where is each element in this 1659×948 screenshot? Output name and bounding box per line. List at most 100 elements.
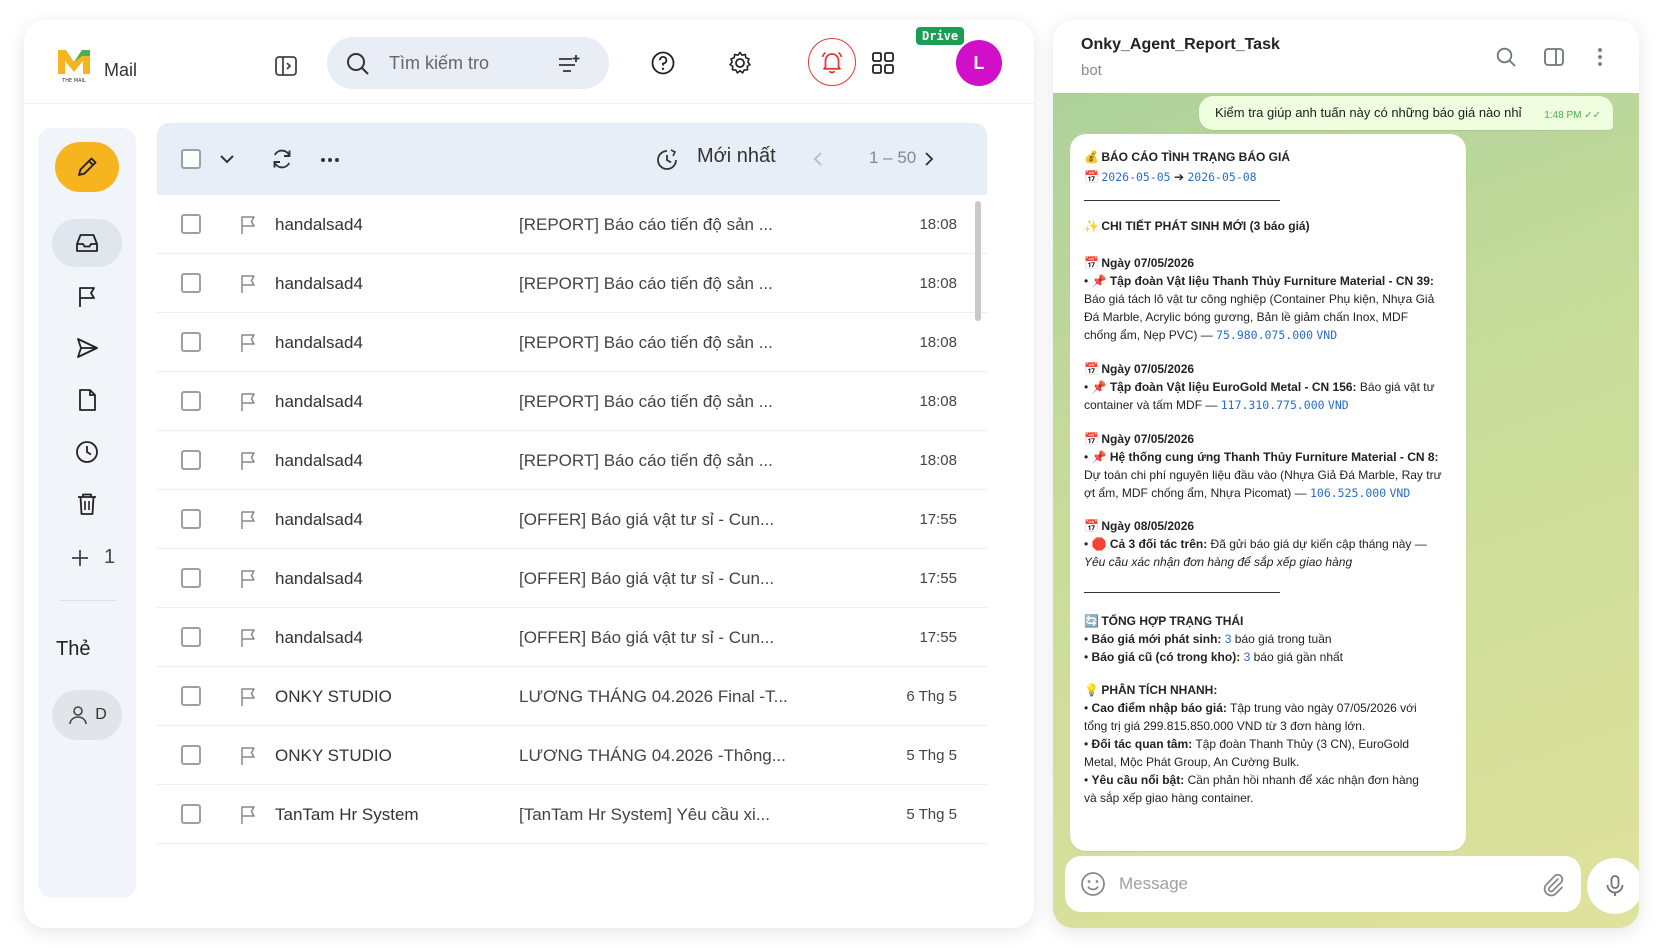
email-sender: handalsad4 bbox=[275, 510, 363, 529]
flag-icon[interactable] bbox=[237, 686, 259, 708]
sidebar-toggle-icon[interactable] bbox=[1541, 44, 1567, 70]
report-message[interactable]: 💰 BÁO CÁO TÌNH TRẠNG BÁO GIÁ 📅 2026-05-0… bbox=[1070, 134, 1466, 851]
attach-paperclip-icon[interactable] bbox=[1539, 870, 1567, 898]
send-icon bbox=[77, 338, 98, 358]
search-icon[interactable] bbox=[345, 51, 371, 77]
drive-badge[interactable]: Drive bbox=[916, 27, 965, 45]
email-time: 18:08 bbox=[919, 334, 957, 351]
drafts-nav[interactable] bbox=[52, 376, 122, 424]
analysis-line: • Cao điểm nhập báo giá: Tập trung vào n… bbox=[1084, 701, 1417, 715]
entry-line: ợt ẩm, MDF chống ẩm, Nhựa Picomat) — 106… bbox=[1084, 486, 1411, 500]
pin-icon: 📌 bbox=[1091, 274, 1107, 288]
email-row[interactable]: handalsad4 [REPORT] Báo cáo tiến độ sản .… bbox=[157, 195, 987, 254]
clock-icon bbox=[76, 441, 98, 463]
chevron-down-icon[interactable] bbox=[215, 147, 239, 171]
inbox-nav[interactable] bbox=[52, 219, 122, 267]
row-checkbox[interactable] bbox=[181, 745, 201, 765]
email-sender: ONKY STUDIO bbox=[275, 746, 392, 765]
sent-nav[interactable] bbox=[52, 324, 122, 372]
chat-title[interactable]: Onky_Agent_Report_Task bbox=[1081, 36, 1280, 54]
search-icon[interactable] bbox=[1493, 44, 1519, 70]
email-time: 6 Thg 5 bbox=[906, 688, 957, 705]
sort-clock-icon[interactable] bbox=[653, 146, 681, 174]
flag-icon[interactable] bbox=[237, 627, 259, 649]
refresh-icon[interactable] bbox=[269, 146, 295, 172]
email-row[interactable]: handalsad4 [OFFER] Báo giá vật tư sỉ - Cu… bbox=[157, 608, 987, 667]
user-avatar[interactable]: L bbox=[956, 40, 1002, 86]
settings-gear-icon[interactable] bbox=[723, 46, 757, 80]
flag-icon[interactable] bbox=[237, 214, 259, 236]
next-page-icon[interactable] bbox=[919, 149, 939, 169]
email-row[interactable]: handalsad4 [REPORT] Báo cáo tiến độ sản .… bbox=[157, 372, 987, 431]
flag-icon[interactable] bbox=[237, 509, 259, 531]
email-time: 17:55 bbox=[919, 570, 957, 587]
email-row[interactable]: ONKY STUDIO LƯƠNG THÁNG 04.2026 -Thông...… bbox=[157, 726, 987, 785]
entry-line: • 🛑 Cả 3 đối tác trên: Đã gửi báo giá dự… bbox=[1084, 537, 1427, 551]
row-checkbox[interactable] bbox=[181, 509, 201, 529]
row-checkbox[interactable] bbox=[181, 804, 201, 824]
email-row[interactable]: handalsad4 [REPORT] Báo cáo tiến độ sản .… bbox=[157, 313, 987, 372]
row-checkbox[interactable] bbox=[181, 273, 201, 293]
row-checkbox[interactable] bbox=[181, 332, 201, 352]
more-options-icon[interactable] bbox=[317, 147, 343, 173]
select-all-checkbox[interactable] bbox=[181, 149, 201, 169]
flag-icon[interactable] bbox=[237, 273, 259, 295]
trash-nav[interactable] bbox=[52, 480, 122, 528]
email-time: 5 Thg 5 bbox=[906, 806, 957, 823]
search-input[interactable] bbox=[389, 49, 539, 77]
row-checkbox[interactable] bbox=[181, 627, 201, 647]
email-row[interactable]: ONKY STUDIO LƯƠNG THÁNG 04.2026 Final -T.… bbox=[157, 667, 987, 726]
help-icon[interactable] bbox=[646, 46, 680, 80]
email-time: 5 Thg 5 bbox=[906, 747, 957, 764]
email-row[interactable]: handalsad4 [REPORT] Báo cáo tiến độ sản .… bbox=[157, 254, 987, 313]
double-check-icon: ✓✓ bbox=[1584, 110, 1601, 121]
calendar-icon: 📅 bbox=[1084, 170, 1099, 184]
email-row[interactable]: handalsad4 [OFFER] Báo giá vật tư sỉ - Cu… bbox=[157, 549, 987, 608]
email-subject: [OFFER] Báo giá vật tư sỉ - Cun... bbox=[519, 628, 775, 647]
flagged-nav[interactable] bbox=[52, 273, 122, 321]
panel-toggle-icon[interactable] bbox=[272, 52, 300, 80]
apps-grid-icon[interactable] bbox=[866, 46, 900, 80]
search-options-icon[interactable] bbox=[555, 51, 581, 77]
pencil-icon bbox=[78, 157, 97, 176]
outgoing-message[interactable]: Kiểm tra giúp anh tuấn này có những báo … bbox=[1199, 96, 1613, 130]
entry-line: Yêu cầu xác nhận đơn hàng để sắp xếp gia… bbox=[1084, 555, 1353, 569]
search-bar bbox=[327, 37, 609, 89]
email-row[interactable]: TanTam Hr System [TanTam Hr System] Yêu c… bbox=[157, 785, 987, 844]
calendar-icon: 📅 bbox=[1084, 519, 1099, 533]
message-input[interactable] bbox=[1119, 870, 1499, 898]
email-row[interactable]: handalsad4 [REPORT] Báo cáo tiến độ sản .… bbox=[157, 431, 987, 490]
email-time: 18:08 bbox=[919, 452, 957, 469]
email-row[interactable]: handalsad4 [OFFER] Báo giá vật tư sỉ - Cu… bbox=[157, 490, 987, 549]
flag-icon[interactable] bbox=[237, 391, 259, 413]
row-checkbox[interactable] bbox=[181, 686, 201, 706]
list-scrollbar[interactable] bbox=[975, 201, 981, 321]
emoji-icon[interactable] bbox=[1079, 870, 1107, 898]
flag-icon[interactable] bbox=[237, 745, 259, 767]
trash-icon bbox=[78, 493, 96, 515]
email-sender: handalsad4 bbox=[275, 392, 363, 411]
compose-button[interactable] bbox=[55, 142, 119, 192]
flag-icon[interactable] bbox=[237, 804, 259, 826]
entry-line: • 📌 Tập đoàn Vật liệu Thanh Thủy Furnitu… bbox=[1084, 274, 1434, 288]
row-checkbox[interactable] bbox=[181, 568, 201, 588]
divider bbox=[1084, 200, 1280, 201]
email-time: 17:55 bbox=[919, 629, 957, 646]
flag-icon[interactable] bbox=[237, 568, 259, 590]
row-checkbox[interactable] bbox=[181, 450, 201, 470]
calendar-icon: 📅 bbox=[1084, 256, 1099, 270]
microphone-button[interactable] bbox=[1587, 858, 1639, 914]
more-vertical-icon[interactable] bbox=[1587, 44, 1613, 70]
notification-bell-icon[interactable] bbox=[808, 38, 856, 86]
row-checkbox[interactable] bbox=[181, 214, 201, 234]
add-label-button[interactable]: 1 bbox=[70, 546, 115, 569]
flag-icon[interactable] bbox=[237, 332, 259, 354]
flag-icon[interactable] bbox=[237, 450, 259, 472]
scheduled-nav[interactable] bbox=[52, 428, 122, 476]
row-checkbox[interactable] bbox=[181, 391, 201, 411]
contact-chip[interactable]: D bbox=[52, 690, 122, 740]
sort-label[interactable]: Mới nhất bbox=[697, 145, 776, 168]
lightbulb-icon: 💡 bbox=[1084, 683, 1099, 697]
prev-page-icon[interactable] bbox=[809, 149, 829, 169]
entry-line: Báo giá tách lô vật tư công nghiệp (Cont… bbox=[1084, 292, 1435, 306]
